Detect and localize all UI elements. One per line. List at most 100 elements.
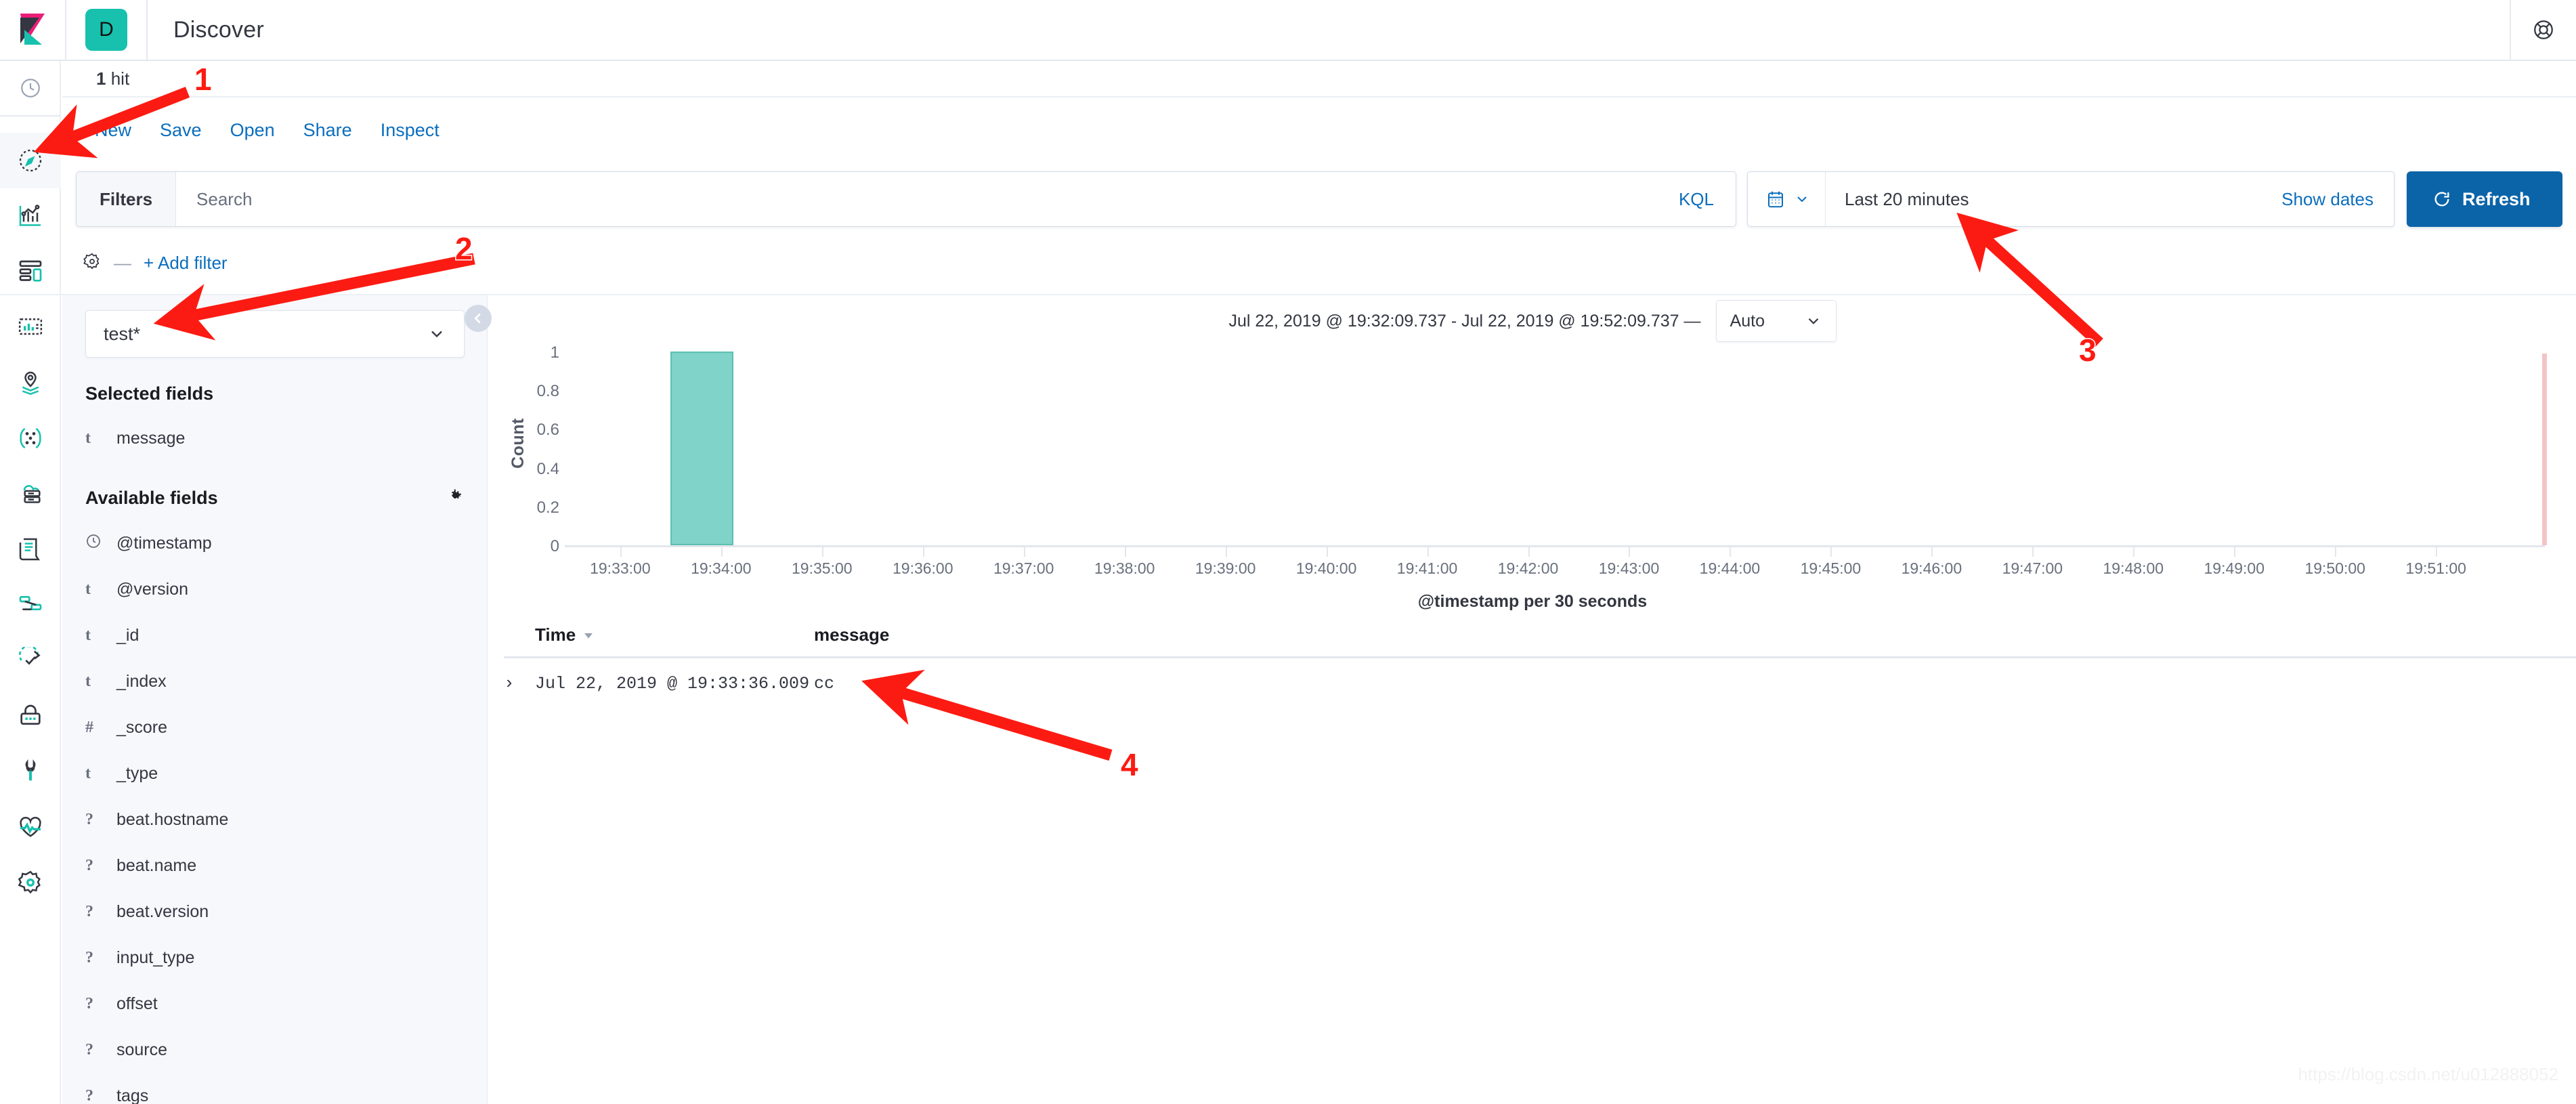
sidebar-item-management[interactable] [0, 855, 61, 910]
chart-y-tick: 0.8 [536, 382, 559, 401]
new-button[interactable]: New [95, 120, 131, 141]
field-type-icon: ? [85, 856, 93, 874]
chart-x-tick: 19:48:00 [2103, 559, 2164, 577]
annotation-number-1: 1 [194, 61, 213, 98]
field-type-icon [85, 533, 116, 554]
selected-fields-list: t message [85, 415, 464, 461]
field-item-timestamp[interactable]: @timestamp [85, 520, 464, 566]
rail-divider [0, 115, 61, 116]
filter-separator: — [114, 252, 131, 273]
open-button[interactable]: Open [230, 120, 275, 141]
kibana-logo-icon[interactable] [0, 0, 65, 60]
chart-x-tick: 19:33:00 [590, 559, 651, 577]
field-item-version[interactable]: t @version [85, 566, 464, 612]
field-item-beat-version[interactable]: ? beat.version [85, 889, 464, 935]
chevron-left-icon [474, 313, 481, 324]
chart-x-tickmark [1629, 547, 1631, 557]
chevron-down-icon [1808, 318, 1818, 324]
field-item-message[interactable]: t message [85, 415, 464, 461]
help-lifebuoy-icon[interactable] [2511, 0, 2576, 60]
field-item-tags[interactable]: ? tags [85, 1073, 464, 1104]
field-type-icon: # [85, 718, 93, 736]
sidebar-item-discover[interactable] [0, 133, 61, 188]
header-divider-2 [146, 0, 148, 60]
field-type-icon: ? [85, 948, 93, 967]
sidebar-item-monitoring[interactable] [0, 799, 61, 855]
share-button[interactable]: Share [303, 120, 352, 141]
field-item-beat-name[interactable]: ? beat.name [85, 843, 464, 889]
sidebar-item-logs[interactable] [0, 522, 61, 577]
field-item-id[interactable]: t _id [85, 612, 464, 658]
field-name: @version [116, 579, 188, 599]
time-column-header[interactable]: Time [535, 624, 814, 645]
filter-bar-row: — + Add filter [62, 230, 2576, 295]
chart-x-tick: 19:43:00 [1598, 559, 1660, 577]
refresh-icon [2434, 192, 2449, 207]
chevron-right-icon[interactable]: › [504, 673, 515, 694]
sidebar-item-recently-viewed[interactable] [0, 61, 61, 115]
field-name: _type [116, 763, 158, 783]
chart-y-tick: 1 [550, 343, 559, 362]
chart-x-tickmark [1830, 547, 1832, 557]
chart-header: Jul 22, 2019 @ 19:32:09.737 - Jul 22, 20… [465, 295, 2576, 347]
field-type-icon: ? [85, 1040, 93, 1059]
field-name: message [116, 428, 186, 448]
field-item-beat-hostname[interactable]: ? beat.hostname [85, 797, 464, 843]
table-row[interactable]: › Jul 22, 2019 @ 19:33:36.009 cc [504, 658, 2576, 708]
time-column-label: Time [535, 624, 576, 645]
field-name: _index [116, 671, 167, 691]
chart-y-tick: 0.4 [536, 459, 559, 478]
sidebar-item-visualize[interactable] [0, 188, 61, 244]
sidebar-item-uptime[interactable] [0, 633, 61, 688]
chart-y-tick: 0.2 [536, 498, 559, 517]
search-input[interactable] [176, 172, 1657, 226]
sidebar-item-canvas[interactable] [0, 299, 61, 355]
field-item-offset[interactable]: ? offset [85, 981, 464, 1027]
index-pattern-value: test* [104, 323, 141, 344]
filters-dropdown-button[interactable]: Filters [77, 172, 177, 226]
chart-bar[interactable] [670, 352, 733, 545]
chart-x-tick: 19:49:00 [2204, 559, 2265, 577]
time-range-value[interactable]: Last 20 minutes [1826, 189, 2281, 210]
selected-fields-title: Selected fields [85, 383, 214, 404]
field-item-input-type[interactable]: ? input_type [85, 935, 464, 981]
date-quick-select-button[interactable] [1748, 172, 1826, 226]
chart-y-tick: 0.6 [536, 421, 559, 440]
sidebar-item-machine-learning[interactable] [0, 410, 61, 466]
sidebar-item-siem[interactable] [0, 688, 61, 744]
annotation-number-4: 4 [1120, 746, 1140, 784]
sidebar-item-maps[interactable] [0, 355, 61, 410]
filter-settings-gear-icon[interactable] [83, 252, 102, 274]
sidebar-item-dashboard[interactable] [0, 244, 61, 299]
chart-x-tick: 19:41:00 [1396, 559, 1458, 577]
interval-select[interactable]: Auto [1715, 300, 1837, 342]
documents-table: Time message › Jul 22, 2019 @ 19:33:36.00… [504, 614, 2576, 708]
save-button[interactable]: Save [160, 120, 202, 141]
field-item-index[interactable]: t _index [85, 658, 464, 704]
refresh-button[interactable]: Refresh [2407, 171, 2562, 227]
index-pattern-select[interactable]: test* [85, 310, 465, 358]
sidebar-item-dev-tools[interactable] [0, 744, 61, 799]
chart-x-tickmark [922, 547, 924, 557]
gear-icon[interactable] [446, 487, 464, 509]
sidebar-item-apm[interactable] [0, 577, 61, 633]
sidebar-item-infrastructure[interactable] [0, 466, 61, 522]
kql-language-button[interactable]: KQL [1657, 189, 1736, 210]
field-item-source[interactable]: ? source [85, 1027, 464, 1073]
chart-x-tick: 19:51:00 [2405, 559, 2466, 577]
inspect-button[interactable]: Inspect [381, 120, 439, 141]
field-type-icon: ? [85, 810, 93, 828]
add-filter-button[interactable]: + Add filter [144, 253, 228, 274]
field-item-type[interactable]: t _type [85, 750, 464, 797]
expand-row-button[interactable]: › [504, 673, 535, 694]
chart-x-tickmark [2234, 547, 2236, 557]
chart-x-tickmark [1730, 547, 1732, 557]
available-fields-title: Available fields [85, 488, 218, 508]
collapse-sidebar-button[interactable] [465, 305, 492, 332]
field-name: _score [116, 717, 168, 737]
field-name: beat.hostname [116, 809, 229, 829]
field-item-score[interactable]: # _score [85, 704, 464, 750]
show-dates-button[interactable]: Show dates [2281, 189, 2394, 210]
message-column-header[interactable]: message [814, 624, 2576, 645]
chart-x-tick: 19:46:00 [1901, 559, 1962, 577]
